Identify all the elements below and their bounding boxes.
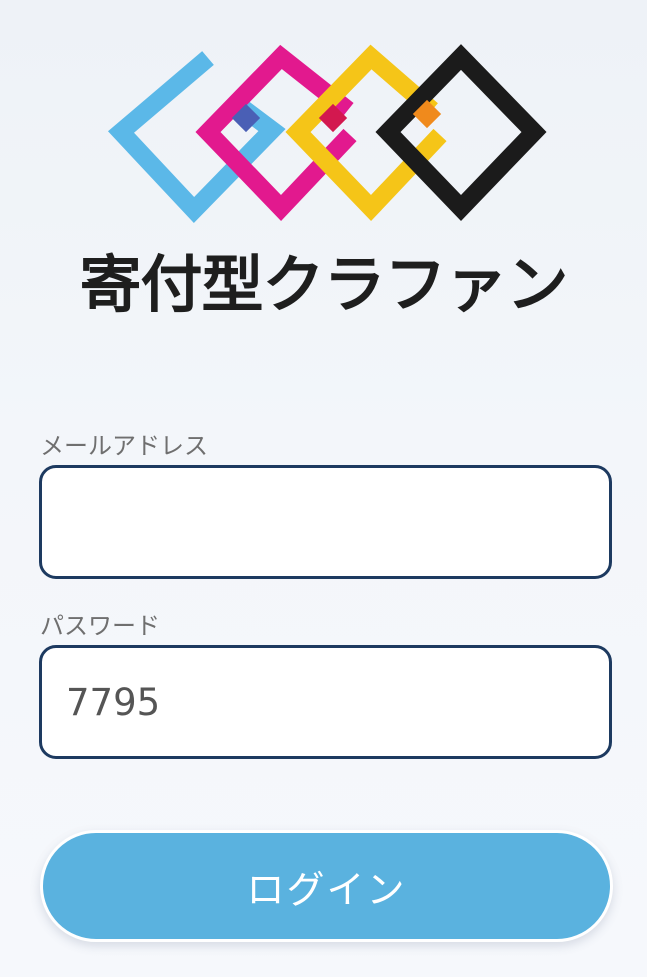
password-field[interactable] bbox=[39, 645, 612, 759]
login-button[interactable]: ログイン bbox=[40, 830, 613, 942]
email-field[interactable] bbox=[39, 465, 612, 579]
password-label: パスワード bbox=[40, 612, 160, 640]
email-label: メールアドレス bbox=[40, 432, 208, 460]
brand-logo-icon bbox=[107, 44, 547, 224]
brand-title: 寄付型クラファン bbox=[79, 248, 568, 321]
